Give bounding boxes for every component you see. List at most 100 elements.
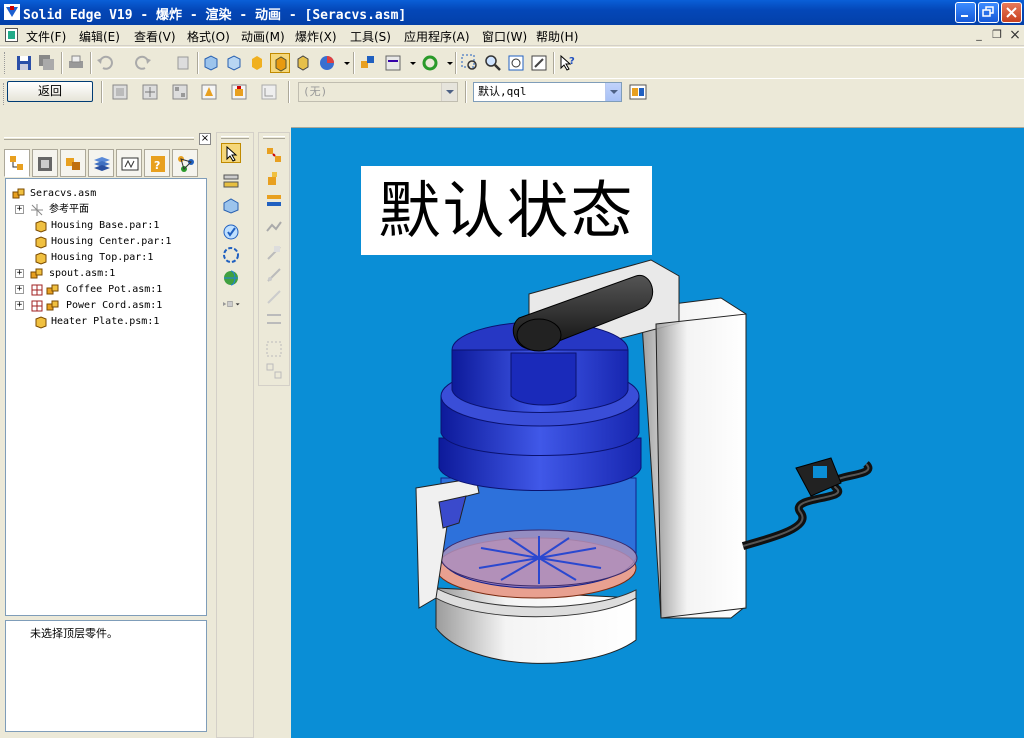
mdi-minimize-button[interactable]: _ [972, 28, 986, 42]
mdi-close-button[interactable]: × [1008, 28, 1022, 42]
menu-window[interactable]: 窗口(W) [482, 28, 527, 45]
close-button[interactable] [1001, 2, 1022, 23]
tree-item-label: 参考平面 [49, 204, 89, 215]
expand-toggle[interactable]: + [15, 301, 24, 310]
solid-edge-window: Solid Edge V19 - 爆炸 - 渲染 - 动画 - [Seracvs… [0, 0, 1024, 738]
part-icon [35, 252, 47, 265]
bind-subassembly-icon[interactable] [170, 82, 190, 102]
chevron-down-icon[interactable] [441, 83, 457, 101]
view-dimetric-icon[interactable] [224, 53, 244, 73]
flow-lines-icon[interactable] [259, 82, 279, 102]
redo-icon[interactable] [133, 53, 153, 73]
zoom-icon[interactable] [483, 53, 503, 73]
tab-engineering-reference[interactable]: ? [144, 149, 170, 177]
solid-edge-logo-icon [4, 4, 20, 20]
standard-toolbar: ? [0, 47, 1024, 77]
explode-tool-icon[interactable] [264, 145, 284, 165]
auto-explode-icon[interactable] [110, 82, 130, 102]
reference-plane-icon [31, 204, 43, 216]
select-tool-icon[interactable] [221, 143, 241, 163]
subassembly-status-icon [31, 300, 43, 312]
document-icon [5, 28, 18, 42]
chevron-down-icon[interactable] [440, 53, 453, 73]
feature-library-icon [66, 158, 80, 170]
shaded-visible-edges-icon[interactable] [270, 53, 290, 73]
paste-icon[interactable] [173, 53, 193, 73]
chevron-down-icon[interactable] [605, 83, 621, 101]
move-tool-icon[interactable] [264, 243, 284, 263]
tab-layers[interactable] [88, 149, 114, 177]
menu-tools[interactable]: 工具(S) [350, 28, 391, 45]
save-icon[interactable] [14, 53, 34, 73]
layers-icon [94, 157, 110, 171]
explode-vertical-toolbar [216, 132, 254, 738]
sensors-icon [121, 157, 139, 171]
shaded-icon[interactable] [247, 53, 267, 73]
display-config-select[interactable]: 默认,qql [473, 82, 622, 102]
tab-feature-library[interactable] [60, 149, 86, 177]
title-bar[interactable]: Solid Edge V19 - 爆炸 - 渲染 - 动画 - [Seracvs… [0, 0, 1024, 25]
save-all-icon[interactable] [37, 53, 57, 73]
group-tool-icon[interactable] [264, 339, 284, 359]
subassembly-status-icon [31, 284, 43, 296]
align-tool-icon[interactable] [264, 287, 284, 307]
refresh-icon[interactable] [420, 53, 440, 73]
pane-close-button[interactable]: × [199, 133, 211, 145]
collapse-tool-icon[interactable] [264, 217, 284, 237]
view-iso-icon[interactable] [201, 53, 221, 73]
tree-item-label: Housing Top.par:1 [51, 252, 154, 263]
assembly-tools-icon[interactable] [358, 53, 378, 73]
reference-dimension-icon[interactable] [221, 171, 241, 191]
menu-animation[interactable]: 动画(M) [241, 28, 285, 45]
zoom-part-icon[interactable] [221, 222, 241, 242]
tab-sensors[interactable] [116, 149, 142, 177]
back-button[interactable]: 返回 [7, 81, 93, 102]
fit-icon[interactable] [506, 53, 526, 73]
menu-explode[interactable]: 爆炸(X) [295, 28, 337, 45]
explode-config-select[interactable]: (无) [298, 82, 458, 102]
menu-bar: 文件(F) 编辑(E) 查看(V) 格式(O) 动画(M) 爆炸(X) 工具(S… [0, 25, 1024, 46]
pathfinder-header[interactable] [0, 132, 214, 146]
display-config-icon[interactable] [628, 82, 648, 102]
expand-toggle[interactable]: + [15, 205, 24, 214]
flow-line-tool-icon[interactable] [264, 191, 284, 211]
ungroup-tool-icon[interactable] [264, 361, 284, 381]
coffee-maker-model [415, 259, 873, 664]
explode-icon[interactable] [140, 82, 160, 102]
pan-icon[interactable] [529, 53, 549, 73]
3d-viewport[interactable]: 默认状态 [291, 128, 1024, 738]
more-tools-icon[interactable] [221, 294, 251, 314]
wireframe-icon[interactable] [293, 53, 313, 73]
restore-button[interactable] [978, 2, 999, 23]
chevron-down-icon[interactable] [337, 53, 350, 73]
menu-view[interactable]: 查看(V) [134, 28, 176, 45]
assemble-tool-icon[interactable] [264, 169, 284, 189]
whats-this-help-icon[interactable]: ? [558, 53, 578, 73]
menu-edit[interactable]: 编辑(E) [79, 28, 120, 45]
reposition-icon[interactable] [199, 82, 219, 102]
options-icon[interactable] [383, 53, 403, 73]
menu-format[interactable]: 格式(O) [187, 28, 230, 45]
offset-tool-icon[interactable] [264, 309, 284, 329]
minimize-button[interactable] [955, 2, 976, 23]
menu-help[interactable]: 帮助(H) [536, 28, 578, 45]
undo-icon[interactable] [95, 53, 115, 73]
menu-file[interactable]: 文件(F) [26, 28, 66, 45]
tab-assembly-pathfinder[interactable] [4, 149, 30, 177]
render-sphere-icon[interactable] [317, 53, 337, 73]
part-placement-icon[interactable] [221, 195, 241, 215]
rotate-view-icon[interactable] [221, 245, 241, 265]
expand-toggle[interactable]: + [15, 285, 24, 294]
globe-icon[interactable] [221, 268, 241, 288]
expand-toggle[interactable]: + [15, 269, 24, 278]
toolbar-grip[interactable] [4, 52, 7, 74]
print-icon[interactable] [66, 53, 86, 73]
drag-tool-icon[interactable] [264, 265, 284, 285]
mdi-restore-button[interactable]: ❐ [990, 28, 1004, 42]
zoom-area-icon[interactable] [460, 53, 480, 73]
menu-applications[interactable]: 应用程序(A) [404, 28, 470, 45]
drag-component-icon[interactable] [229, 82, 249, 102]
tab-parts-library[interactable] [32, 149, 58, 177]
tab-assembly-relationships[interactable] [172, 149, 198, 177]
chevron-down-icon[interactable] [403, 53, 416, 73]
